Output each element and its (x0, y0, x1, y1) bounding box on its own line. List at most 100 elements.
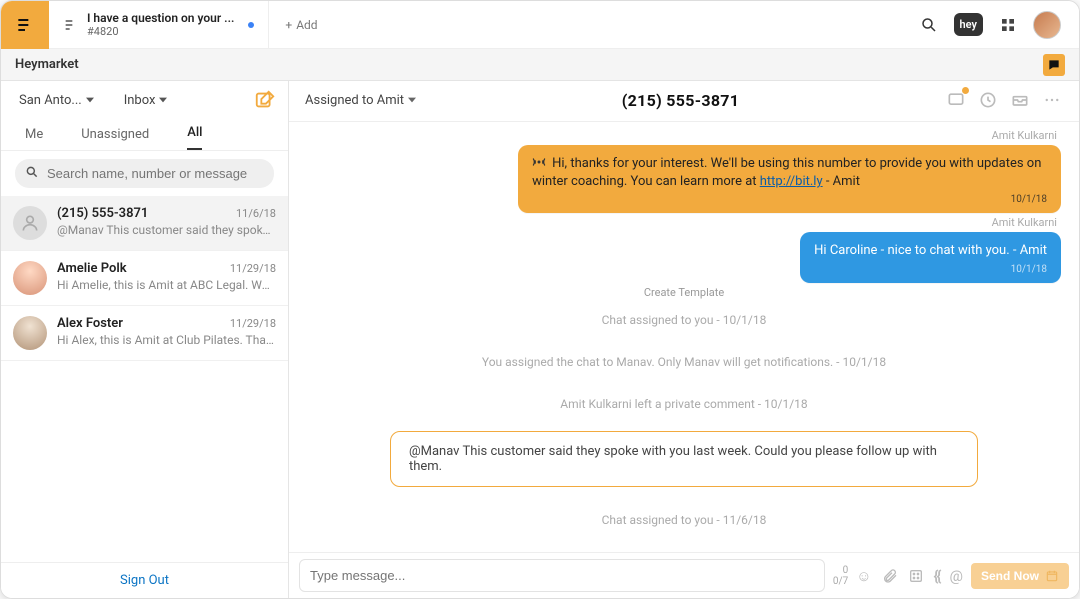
apps-button[interactable] (999, 16, 1017, 34)
conversation-name: Amelie Polk (57, 261, 127, 276)
avatar (13, 316, 47, 350)
sender-label: Amit Kulkarni (307, 129, 1057, 142)
chat-title: (215) 555-3871 (416, 91, 945, 110)
conversation-date: 11/6/18 (236, 207, 276, 220)
system-event: You assigned the chat to Manav. Only Man… (307, 355, 1061, 369)
conversation-date: 11/29/18 (230, 317, 276, 330)
search-button[interactable] (920, 16, 938, 34)
attach-button[interactable] (882, 568, 898, 584)
tab-all[interactable]: All (187, 125, 202, 150)
conversation-item[interactable]: (215) 555-3871 11/6/18 @Manav This custo… (1, 196, 288, 251)
sidebar-top: San Anto... Inbox (1, 81, 288, 119)
private-note-row: @Manav This customer said they spoke wit… (307, 431, 1061, 487)
message-link[interactable]: http://bit.ly (760, 174, 823, 189)
chat-body[interactable]: Amit Kulkarni Hi, thanks for your intere… (289, 122, 1079, 552)
ticket-title: I have a question on your ... (87, 11, 234, 25)
conversation-preview: Hi Amelie, this is Amit at ABC Legal. Wa… (57, 278, 276, 292)
message-date: 10/1/18 (532, 193, 1047, 207)
conversation-date: 11/29/18 (230, 262, 276, 275)
assigned-label: Assigned to Amit (305, 93, 404, 108)
system-event: Amit Kulkarni left a private comment - 1… (307, 397, 1061, 411)
compose-input[interactable] (299, 559, 825, 592)
paperclip-icon (882, 568, 898, 584)
system-event: Chat assigned to you - 10/1/18 (307, 313, 1061, 327)
calendar-icon (1045, 569, 1059, 583)
chevron-down-icon (408, 96, 416, 104)
location-dropdown[interactable]: San Anto... (19, 93, 94, 108)
chat-widget-icon[interactable] (1043, 54, 1065, 76)
template-icon (908, 568, 924, 584)
add-label: Add (296, 18, 317, 32)
inbox-icon (1010, 90, 1030, 110)
notification-dot (962, 87, 969, 94)
counter-top: 0 (833, 565, 848, 576)
more-icon (1043, 91, 1061, 109)
inbox-label: Inbox (124, 93, 156, 108)
broadcast-icon (532, 155, 546, 169)
search-icon (25, 165, 39, 179)
app-title: Heymarket (15, 57, 79, 72)
ticket-id: #4820 (87, 25, 234, 38)
avatar (13, 261, 47, 295)
chat-header: Assigned to Amit (215) 555-3871 (289, 81, 1079, 122)
chat-pane: Assigned to Amit (215) 555-3871 (289, 81, 1079, 598)
avatar-placeholder (13, 206, 47, 240)
ticket-tab[interactable]: I have a question on your ... #4820 (49, 1, 269, 48)
ticket-text: I have a question on your ... #4820 (87, 11, 234, 39)
sidebar: San Anto... Inbox Me Unassigned (1, 81, 289, 598)
message-bubble-broadcast: Hi, thanks for your interest. We'll be u… (518, 145, 1061, 213)
sign-out-button[interactable]: Sign Out (1, 562, 288, 598)
add-tab-button[interactable]: + Add (269, 18, 333, 32)
main: San Anto... Inbox Me Unassigned (1, 81, 1079, 598)
app-frame: I have a question on your ... #4820 + Ad… (0, 0, 1080, 599)
schedule-button[interactable] (977, 89, 999, 111)
create-template-link[interactable]: Create Template (307, 286, 1061, 299)
template-button[interactable] (908, 568, 924, 584)
location-label: San Anto... (19, 93, 82, 108)
compose-icon (254, 89, 276, 111)
variables-button[interactable]: {{ (934, 567, 940, 585)
clock-icon (978, 90, 998, 110)
inbox-dropdown[interactable]: Inbox (124, 93, 168, 108)
message-row: Hi Caroline - nice to chat with you. - A… (307, 232, 1061, 282)
chevron-down-icon (86, 96, 94, 104)
topbar-actions: hey (920, 11, 1079, 39)
unread-dot (248, 22, 254, 28)
more-button[interactable] (1041, 89, 1063, 111)
compose-button[interactable] (254, 89, 276, 111)
conversation-preview: @Manav This customer said they spoke ... (57, 223, 276, 237)
search-input[interactable] (15, 159, 274, 188)
search-icon (920, 16, 938, 34)
mention-button[interactable]: @ (950, 567, 963, 585)
tab-me[interactable]: Me (25, 127, 43, 150)
brand-logo (1, 1, 49, 49)
assigned-dropdown[interactable]: Assigned to Amit (305, 93, 416, 108)
grid-icon (1000, 17, 1016, 33)
archive-button[interactable] (1009, 89, 1031, 111)
message-bubble: Hi Caroline - nice to chat with you. - A… (800, 232, 1061, 282)
conversation-name: Alex Foster (57, 316, 123, 331)
chat-header-icons (945, 89, 1063, 111)
speech-bubble-icon (1047, 58, 1061, 72)
message-suffix: - Amit (823, 174, 860, 189)
tab-unassigned[interactable]: Unassigned (81, 127, 149, 150)
notification-button[interactable] (945, 89, 967, 111)
message-text: Hi Caroline - nice to chat with you. - A… (814, 243, 1047, 258)
emoji-button[interactable]: ☺ (856, 567, 871, 585)
schedule-send-icon (1045, 569, 1059, 583)
send-button[interactable]: Send Now (971, 563, 1069, 589)
conversation-item[interactable]: Alex Foster 11/29/18 Hi Alex, this is Am… (1, 306, 288, 361)
subheader: Heymarket (1, 49, 1079, 81)
conversation-preview: Hi Alex, this is Amit at Club Pilates. T… (57, 333, 276, 347)
message-date: 10/1/18 (814, 263, 1047, 277)
ticket-icon (63, 17, 79, 33)
chevron-down-icon (159, 96, 167, 104)
topbar: I have a question on your ... #4820 + Ad… (1, 1, 1079, 49)
conversation-item[interactable]: Amelie Polk 11/29/18 Hi Amelie, this is … (1, 251, 288, 306)
hey-badge[interactable]: hey (954, 13, 983, 36)
user-avatar[interactable] (1033, 11, 1061, 39)
conversation-name: (215) 555-3871 (57, 206, 148, 221)
composer: 0 0/7 ☺ {{ @ Send Now (289, 552, 1079, 598)
system-event: Chat assigned to you - 11/6/18 (307, 513, 1061, 527)
sidebar-tabs: Me Unassigned All (1, 119, 288, 151)
